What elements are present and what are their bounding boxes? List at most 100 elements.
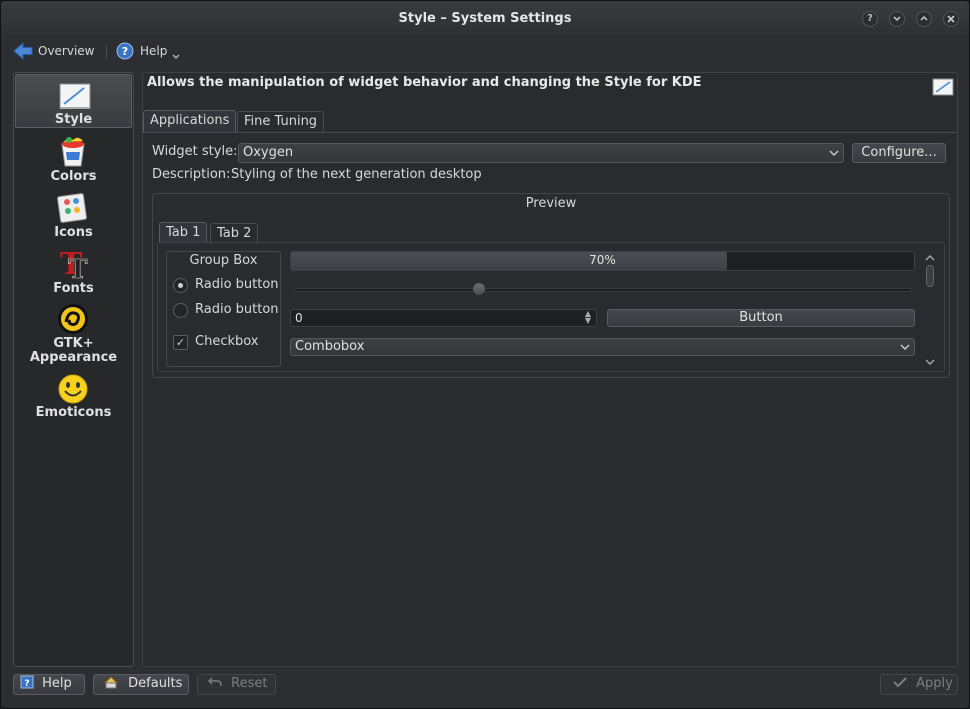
svg-text:?: ? [24, 679, 29, 689]
tab-label: Applications [150, 113, 230, 128]
back-arrow-icon [13, 42, 33, 60]
checkbox-label: Checkbox [195, 334, 259, 349]
colors-icon [61, 137, 85, 167]
close-icon [947, 15, 955, 23]
radio-button-2[interactable] [173, 303, 188, 318]
spin-value: 0 [295, 311, 303, 325]
progress-text: 70% [589, 253, 616, 267]
style-icon [932, 78, 954, 96]
description-text: Styling of the next generation desktop [231, 167, 482, 182]
chevron-down-icon [829, 150, 839, 156]
help-label: Help [140, 44, 168, 58]
tab-label: Fine Tuning [244, 114, 318, 129]
toolbar-separator [106, 45, 107, 59]
overview-label: Overview [38, 44, 95, 58]
emoticons-icon [58, 374, 88, 404]
radio-label-1: Radio button [195, 277, 279, 292]
slider-handle[interactable] [472, 282, 487, 296]
overview-button[interactable]: Overview [13, 39, 95, 63]
sidebar-item-label: Emoticons [35, 405, 112, 420]
preview-tab-1[interactable]: Tab 1 [159, 222, 208, 243]
help-button[interactable]: ? Help [13, 674, 85, 695]
help-icon: ? [116, 42, 134, 60]
sidebar-item-fonts[interactable]: T T Fonts [15, 245, 132, 297]
sidebar-item-style[interactable]: Style [15, 74, 132, 128]
scrollbar-handle[interactable] [926, 265, 934, 287]
radio-dot [178, 283, 183, 288]
preview-combobox[interactable]: Combobox [290, 338, 915, 356]
group-box-title: Group Box [189, 253, 258, 268]
help-menu-button[interactable]: ? Help [116, 39, 181, 63]
maximize-button[interactable] [916, 11, 932, 27]
checkmark-icon [893, 677, 907, 688]
sidebar-item-label: Style [54, 112, 93, 127]
svg-text:T: T [68, 255, 88, 280]
sidebar-item-label: Icons [54, 225, 93, 240]
tab-label: Tab 1 [166, 225, 201, 240]
sidebar-item-colors[interactable]: Colors [15, 133, 132, 185]
minimize-button[interactable] [889, 11, 905, 27]
apply-button-label: Apply [916, 676, 953, 691]
group-box: Group Box Radio button Radio button ✓ Ch… [166, 251, 281, 367]
progress-bar: 70% [290, 251, 915, 271]
scroll-up-icon[interactable] [923, 253, 937, 263]
fonts-icon: T T [60, 247, 88, 280]
scroll-down-icon[interactable] [923, 357, 937, 367]
help-book-icon: ? [20, 675, 34, 689]
applications-tab-panel: Widget style: Oxygen Configure... Descri… [143, 132, 957, 666]
chevron-down-icon [172, 54, 180, 59]
help-button-label: Help [42, 676, 72, 691]
sidebar-item-icons[interactable]: Icons [15, 189, 132, 241]
style-icon [59, 83, 91, 109]
sidebar-item-gtk-appearance[interactable]: GTK+ Appearance [15, 301, 132, 367]
sidebar-item-label: GTK+ [53, 336, 94, 351]
window-title: Style – System Settings [398, 11, 572, 26]
undo-icon [207, 677, 222, 686]
defaults-button-label: Defaults [128, 676, 183, 691]
tab-applications[interactable]: Applications [143, 110, 237, 133]
spin-box[interactable]: 0 ▲ ▼ [290, 309, 597, 327]
page-headline: Allows the manipulation of widget behavi… [147, 75, 702, 90]
preview-tab-2[interactable]: Tab 2 [210, 223, 259, 244]
defaults-button[interactable]: Defaults [93, 674, 189, 695]
radio-label-2: Radio button [195, 302, 279, 317]
configure-button[interactable]: Configure... [852, 143, 946, 163]
reset-button-label: Reset [231, 676, 268, 691]
checkbox[interactable]: ✓ [173, 335, 188, 350]
sidebar-item-label: Fonts [53, 281, 94, 296]
sidebar-item-emoticons[interactable]: Emoticons [15, 371, 132, 423]
slider-track[interactable] [294, 288, 912, 292]
combo-value: Oxygen [243, 145, 294, 160]
apply-button[interactable]: Apply [880, 674, 958, 695]
widget-style-combobox[interactable]: Oxygen [238, 143, 844, 163]
spin-arrows-icon[interactable]: ▲ ▼ [583, 310, 593, 325]
combo-value: Combobox [295, 339, 365, 354]
widget-style-label: Widget style: [152, 144, 238, 159]
tab-label: Tab 2 [217, 226, 252, 241]
gtk-icon [58, 304, 88, 334]
title-bar[interactable]: Style – System Settings ? [1, 1, 969, 35]
defaults-icon [104, 676, 118, 689]
sidebar-item-label: Colors [50, 169, 97, 184]
tab-fine-tuning[interactable]: Fine Tuning [237, 111, 325, 133]
preview-tab-panel: Group Box Radio button Radio button ✓ Ch… [157, 242, 945, 372]
chevron-down-icon [893, 16, 901, 22]
close-button[interactable] [943, 11, 959, 27]
preview-scrollbar[interactable] [923, 251, 937, 367]
svg-text:?: ? [122, 45, 128, 58]
preview-title: Preview [525, 196, 577, 211]
context-help-button[interactable]: ? [862, 11, 878, 27]
main-panel: Allows the manipulation of widget behavi… [142, 72, 958, 667]
preview-button[interactable]: Button [607, 309, 915, 327]
icons-icon [57, 193, 87, 223]
system-settings-window: Style – System Settings ? Overview ? Hel… [0, 0, 970, 709]
description-label: Description: [152, 167, 231, 182]
radio-button-1[interactable] [173, 278, 188, 293]
chevron-up-icon [920, 15, 928, 21]
chevron-down-icon [900, 344, 910, 350]
preview-frame: Preview Tab 1 Tab 2 Group Box Radio butt… [152, 193, 950, 378]
category-sidebar: Style Colors Icons T T Fonts GTK+ Appear… [13, 72, 134, 667]
reset-button[interactable]: Reset [197, 674, 276, 695]
toolbar: Overview ? Help [1, 35, 969, 67]
sidebar-item-label: Appearance [29, 350, 118, 365]
